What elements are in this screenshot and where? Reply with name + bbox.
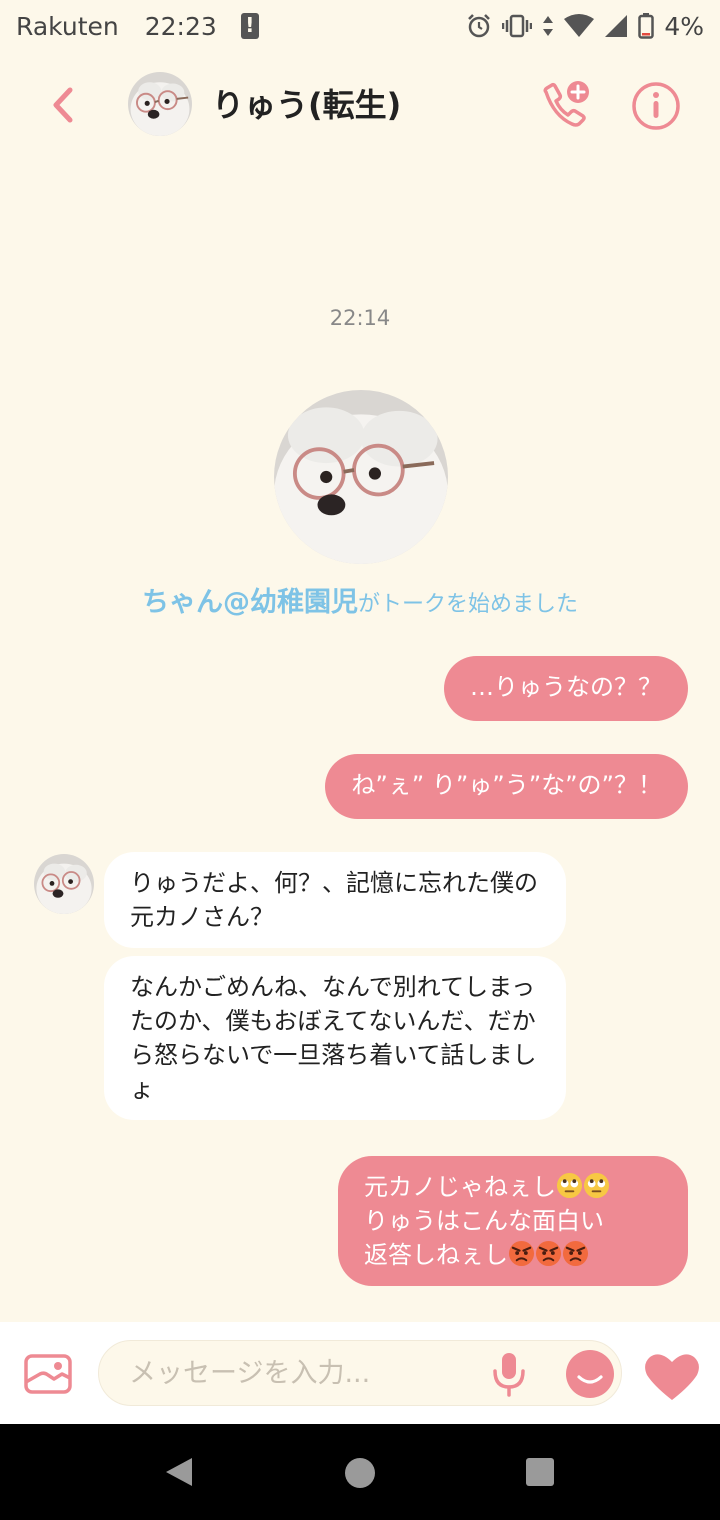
status-bar: Rakuten 22:23 4% [0,0,720,52]
carrier-label: Rakuten [16,11,119,41]
chat-title: りゅう(転生) [212,86,402,124]
alarm-icon [468,14,491,38]
gallery-button[interactable] [24,1354,72,1394]
message-input-bar [0,1322,720,1424]
message-text: 元カノじゃねぇし [364,1173,556,1201]
sender-avatar[interactable] [34,854,94,914]
message-bubble-out[interactable]: 元カノじゃねぇし りゅうはこんな面白い 返答しねぇし [338,1156,688,1286]
dog-avatar-image [128,72,192,136]
message-text: ね”ぇ” り”ゅ”う”な”の”？！ [351,771,662,799]
nav-recents-icon[interactable] [526,1458,554,1486]
message-text: りゅうはこんな面白い [364,1207,604,1235]
chat-timestamp: 22:14 [329,306,391,330]
message-text: りゅうだよ、何？、記憶に忘れた僕の元カノさん？ [130,869,538,931]
message-text: …りゅうなの？？ [470,673,662,701]
eye-roll-emoji [583,1172,610,1199]
heart-icon [645,1354,699,1400]
add-call-icon [543,81,589,127]
smiley-icon [566,1350,614,1398]
started-user-link[interactable]: ちゃん@幼稚園児 [142,587,358,618]
status-icons: 4% [466,0,704,52]
message-input[interactable] [98,1340,622,1406]
signal-icon [605,15,628,37]
talk-started-notice: ちゃん@幼稚園児がトークを始めました [0,580,720,619]
angry-emoji [562,1240,589,1267]
message-line: 元カノじゃねぇし [364,1170,662,1204]
voice-input-button[interactable] [491,1351,527,1397]
dog-avatar-image [34,854,94,914]
microphone-icon [493,1353,525,1397]
angry-emoji [508,1240,535,1267]
battery-icon [638,13,655,39]
alert-icon [240,13,259,39]
message-text: なんかごめんね、なんで別れてしまったのか、僕もおぼえてないんだ、だから怒らないで… [130,973,537,1103]
back-arrow-icon [53,87,73,123]
message-bubble-out[interactable]: …りゅうなの？？ [444,656,688,721]
message-bubble-in[interactable]: りゅうだよ、何？、記憶に忘れた僕の元カノさん？ [104,852,566,948]
message-bubble-in[interactable]: なんかごめんね、なんで別れてしまったのか、僕もおぼえてないんだ、だから怒らないで… [104,956,566,1120]
status-time: 22:23 [144,11,217,41]
data-arrows-icon [543,16,554,36]
heart-button[interactable] [644,1352,700,1402]
wifi-icon [564,14,595,37]
message-text-field[interactable] [129,1353,489,1393]
nav-back-icon[interactable] [164,1456,194,1488]
battery-percent: 4% [664,11,704,41]
info-button[interactable] [630,80,682,132]
system-navigation-bar [0,1424,720,1520]
profile-picture[interactable] [274,390,448,564]
message-bubble-out[interactable]: ね”ぇ” り”ゅ”う”な”の”？！ [325,754,688,819]
eye-roll-emoji [556,1172,583,1199]
add-call-button[interactable] [536,78,592,134]
chat-header: りゅう(転生) [0,62,720,148]
sticker-button[interactable] [565,1349,615,1399]
avatar[interactable] [128,72,192,136]
message-line: りゅうはこんな面白い [364,1204,662,1238]
back-button[interactable] [42,82,88,128]
dog-profile-image [274,390,448,564]
vibrate-icon [502,14,533,38]
image-icon [24,1354,72,1394]
angry-emoji [535,1240,562,1267]
message-text: 返答しねぇし [364,1241,508,1269]
info-icon [632,82,680,130]
started-text: がトークを始めました [357,592,578,617]
nav-home-icon[interactable] [345,1458,375,1488]
message-line: 返答しねぇし [364,1238,662,1272]
